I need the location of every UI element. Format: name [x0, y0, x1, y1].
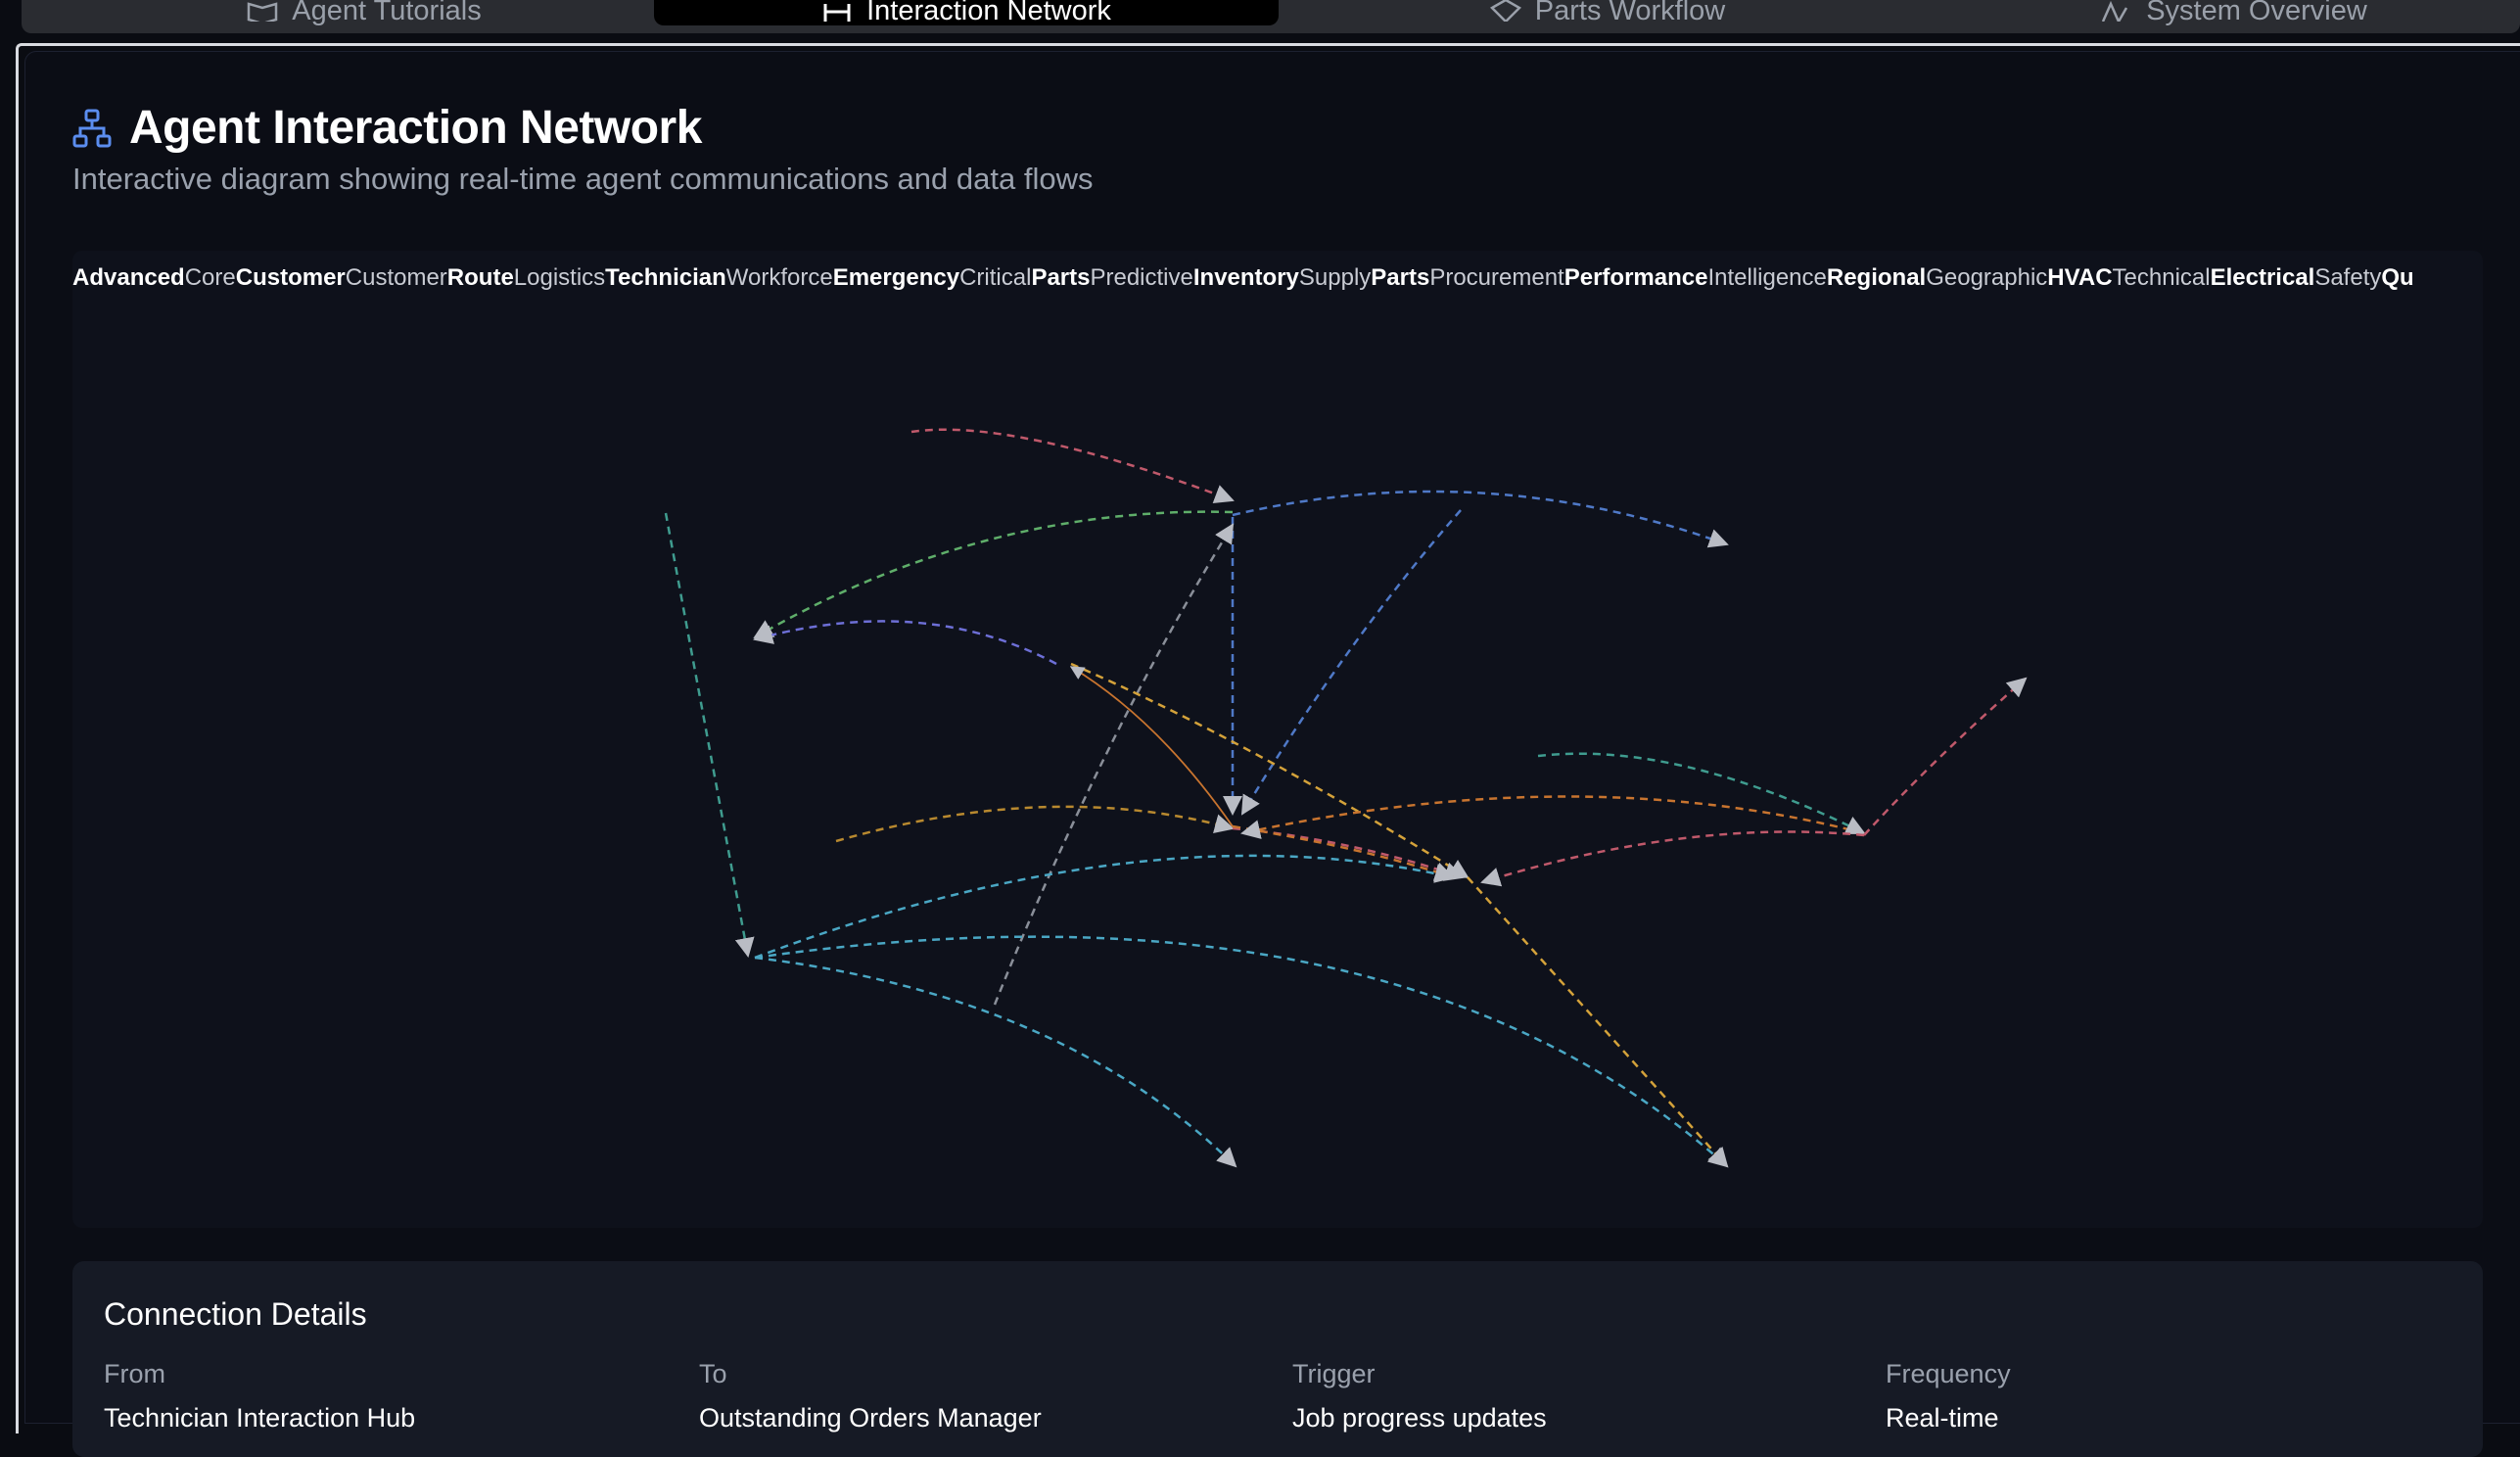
detail-to: To Outstanding Orders Manager — [699, 1359, 1042, 1434]
detail-label: From — [104, 1359, 165, 1388]
tab-system-overview[interactable]: System Overview — [2077, 0, 2391, 25]
edge[interactable] — [754, 935, 1729, 1168]
detail-value: Job progress updates — [1292, 1403, 1547, 1433]
edge[interactable] — [1480, 830, 1865, 887]
edge[interactable] — [835, 805, 1235, 843]
edge[interactable] — [1070, 662, 1470, 879]
edge[interactable] — [753, 620, 1057, 666]
detail-frequency: Frequency Real-time — [1886, 1359, 2011, 1434]
detail-value: Outstanding Orders Manager — [699, 1403, 1042, 1433]
edge[interactable] — [754, 854, 1455, 960]
tab-bar: Agent Tutorials Interaction Network Part… — [22, 0, 2520, 33]
edge[interactable] — [1240, 509, 1462, 816]
detail-label: Frequency — [1886, 1359, 2011, 1388]
tab-label: System Overview — [2146, 0, 2367, 25]
edge[interactable] — [1232, 490, 1729, 548]
tab-label: Agent Tutorials — [292, 0, 482, 25]
edge[interactable] — [753, 510, 1234, 639]
network-icon — [823, 4, 851, 22]
detail-from: From Technician Interaction Hub — [104, 1359, 415, 1434]
edge[interactable] — [1467, 876, 1729, 1168]
activity-icon — [2102, 0, 2128, 22]
edge[interactable] — [1863, 677, 2028, 836]
edge[interactable] — [910, 428, 1235, 503]
detail-label: Trigger — [1292, 1359, 1376, 1388]
network-diagram[interactable]: AdvancedCoreCustomerCustomerRouteLogisti… — [72, 251, 2483, 1228]
edge[interactable] — [664, 512, 755, 958]
panel-header: Agent Interaction Network — [72, 101, 702, 155]
detail-label: To — [699, 1359, 727, 1388]
edge[interactable] — [993, 523, 1235, 1006]
book-icon — [248, 2, 278, 22]
tab-interaction-network[interactable]: Interaction Network — [654, 0, 1279, 25]
page-title: Agent Interaction Network — [129, 102, 702, 154]
tab-agent-tutorials[interactable]: Agent Tutorials — [217, 0, 511, 25]
edge[interactable] — [754, 956, 1237, 1168]
detail-value: Real-time — [1886, 1403, 1999, 1433]
network-icon — [72, 109, 112, 147]
edge[interactable] — [1240, 795, 1865, 839]
detail-value: Technician Interaction Hub — [104, 1403, 416, 1433]
edge[interactable] — [1537, 752, 1866, 835]
network-graph[interactable] — [72, 251, 2483, 1228]
detail-trigger: Trigger Job progress updates — [1292, 1359, 1547, 1434]
page-subtitle: Interactive diagram showing real-time ag… — [72, 162, 1094, 196]
tab-label: Interaction Network — [866, 0, 1111, 25]
details-title: Connection Details — [104, 1296, 367, 1332]
active-edge[interactable] — [1069, 666, 1234, 827]
network-panel: Agent Interaction Network Interactive di… — [24, 51, 2520, 1457]
connection-details: Connection Details From Technician Inter… — [72, 1261, 2483, 1457]
package-icon — [1489, 0, 1521, 22]
tab-parts-workflow[interactable]: Parts Workflow — [1461, 0, 1754, 25]
tab-label: Parts Workflow — [1534, 0, 1726, 25]
